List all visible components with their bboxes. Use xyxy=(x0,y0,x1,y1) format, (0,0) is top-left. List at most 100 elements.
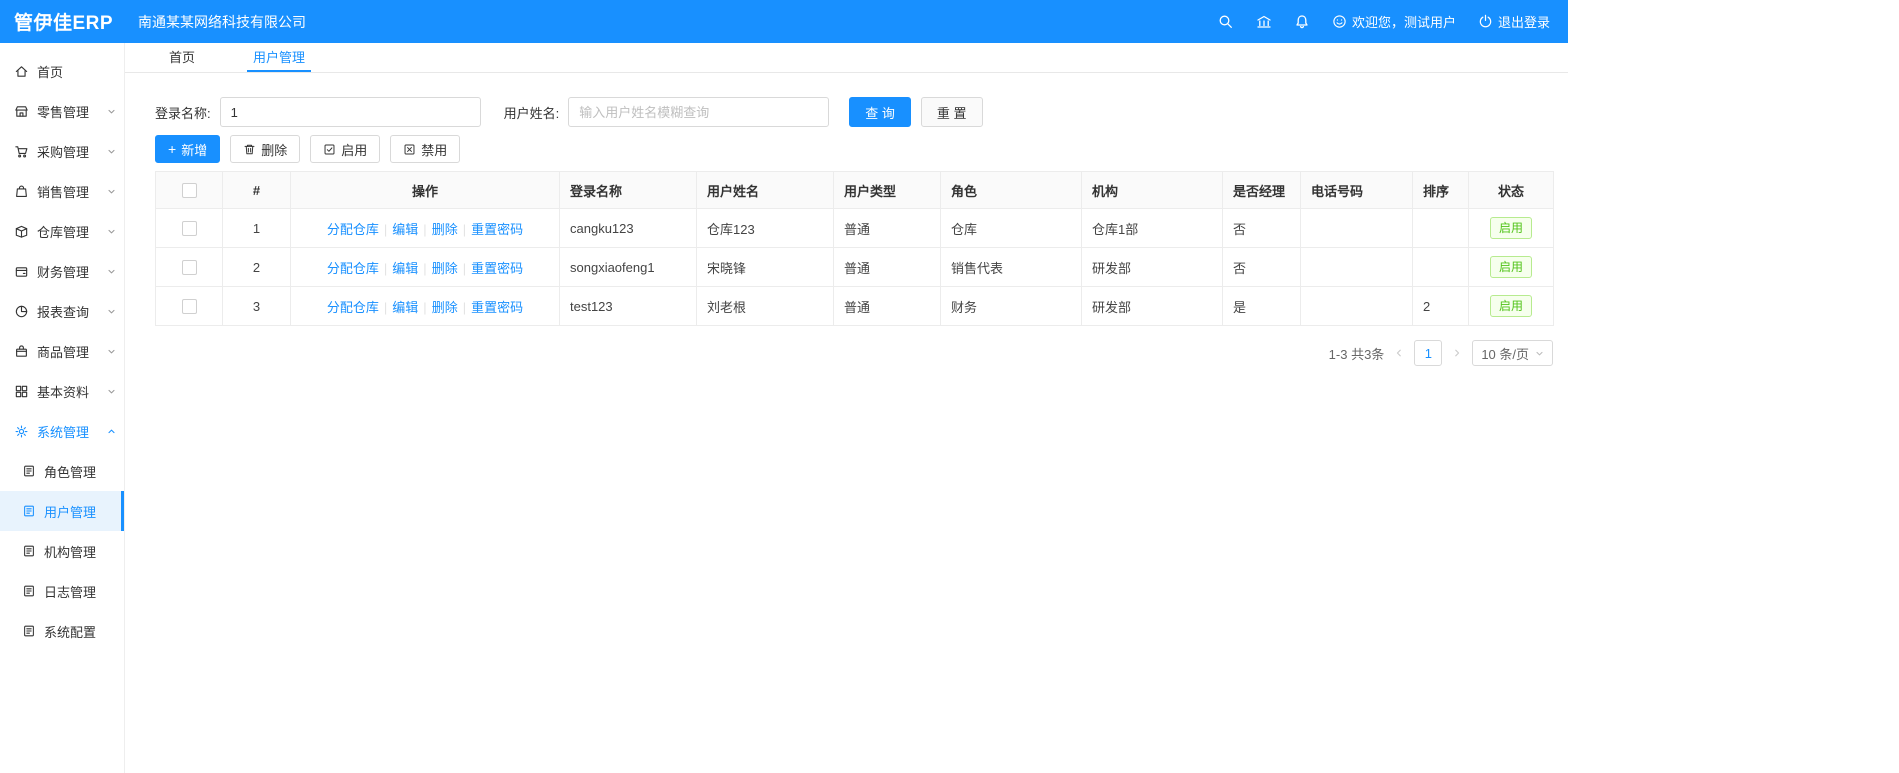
smiley-icon xyxy=(1332,14,1347,29)
delete-link[interactable]: 删除 xyxy=(432,222,458,237)
row-checkbox[interactable] xyxy=(181,299,197,315)
sidebar-subitem-label: 用户管理 xyxy=(44,504,97,520)
sidebar-subitem-log[interactable]: 日志管理 xyxy=(0,571,124,611)
disable-button[interactable]: 禁用 xyxy=(390,135,461,163)
sidebar-subitem-role[interactable]: 角色管理 xyxy=(0,451,124,491)
chevron-down-icon xyxy=(107,347,116,356)
assign-warehouse-link[interactable]: 分配仓库 xyxy=(327,300,379,315)
sidebar-subitem-label: 日志管理 xyxy=(44,584,97,600)
col-header-sort: 排序 xyxy=(1412,171,1469,209)
document-icon xyxy=(22,624,36,638)
bell-icon[interactable] xyxy=(1294,14,1310,30)
sidebar-item-basic-data[interactable]: 基本资料 xyxy=(0,371,124,411)
col-header-actions: 操作 xyxy=(290,171,560,209)
delete-link[interactable]: 删除 xyxy=(432,300,458,315)
edit-link[interactable]: 编辑 xyxy=(392,300,418,315)
col-header-name: 用户姓名 xyxy=(696,171,834,209)
user-name-input[interactable] xyxy=(568,97,830,127)
cell-role: 仓库 xyxy=(940,208,1082,248)
sidebar-item-label: 财务管理 xyxy=(37,264,90,280)
select-all-checkbox[interactable] xyxy=(181,183,197,199)
chevron-down-icon xyxy=(107,267,116,276)
edit-link[interactable]: 编辑 xyxy=(392,222,418,237)
row-checkbox[interactable] xyxy=(181,221,197,237)
bag-icon xyxy=(14,184,29,199)
cell-sort xyxy=(1412,247,1469,287)
cell-login: songxiaofeng1 xyxy=(559,247,697,287)
chevron-down-icon xyxy=(107,187,116,196)
welcome-user[interactable]: 欢迎您，测试用户 xyxy=(1332,12,1456,31)
status-badge: 启用 xyxy=(1489,256,1532,278)
trash-icon xyxy=(243,143,256,156)
row-checkbox[interactable] xyxy=(181,260,197,276)
cell-login: test123 xyxy=(559,286,697,326)
divider: | xyxy=(383,299,388,315)
col-header-type: 用户类型 xyxy=(833,171,941,209)
tab-user-management[interactable]: 用户管理 xyxy=(247,43,312,72)
cell-manager: 是 xyxy=(1222,286,1301,326)
grid-icon xyxy=(14,384,29,399)
assign-warehouse-link[interactable]: 分配仓库 xyxy=(327,261,379,276)
col-header-manager: 是否经理 xyxy=(1222,171,1301,209)
sidebar-subitem-organization[interactable]: 机构管理 xyxy=(0,531,124,571)
page-number-button[interactable]: 1 xyxy=(1414,340,1443,366)
search-form: 登录名称: 用户姓名: 查 询 重 置 xyxy=(155,97,1553,127)
prev-page-button[interactable] xyxy=(1394,348,1404,358)
sidebar-item-warehouse[interactable]: 仓库管理 xyxy=(0,211,124,251)
cell-sort xyxy=(1412,208,1469,248)
delete-button[interactable]: 删除 xyxy=(230,135,301,163)
sidebar-item-product[interactable]: 商品管理 xyxy=(0,331,124,371)
sidebar-item-report[interactable]: 报表查询 xyxy=(0,291,124,331)
reset-password-link[interactable]: 重置密码 xyxy=(471,300,523,315)
row-index: 3 xyxy=(222,286,291,326)
chevron-down-icon xyxy=(107,147,116,156)
store-icon xyxy=(14,104,29,119)
row-actions: 分配仓库 | 编辑 | 删除 | 重置密码 xyxy=(290,247,560,287)
bank-icon[interactable] xyxy=(1256,14,1272,30)
cell-phone xyxy=(1300,247,1413,287)
delete-link[interactable]: 删除 xyxy=(432,261,458,276)
add-button-label: 新增 xyxy=(181,142,208,158)
reset-password-link[interactable]: 重置密码 xyxy=(471,222,523,237)
sidebar-item-finance[interactable]: 财务管理 xyxy=(0,251,124,291)
next-page-button[interactable] xyxy=(1452,348,1462,358)
page-size-select[interactable]: 10 条/页 xyxy=(1472,340,1553,366)
sidebar-subitem-user[interactable]: 用户管理 xyxy=(0,491,124,531)
sidebar-item-label: 销售管理 xyxy=(37,184,90,200)
sidebar-item-retail[interactable]: 零售管理 xyxy=(0,91,124,131)
add-button[interactable]: + 新增 xyxy=(155,135,221,163)
cell-role: 销售代表 xyxy=(940,247,1082,287)
package-icon xyxy=(14,344,29,359)
sidebar-item-purchase[interactable]: 采购管理 xyxy=(0,131,124,171)
logout-button[interactable]: 退出登录 xyxy=(1478,12,1550,31)
cell-phone xyxy=(1300,208,1413,248)
table-row: 2 分配仓库 | 编辑 | 删除 | 重置密码 songxiaofeng1 宋晓锋 普通 销… xyxy=(155,247,1554,287)
row-index: 1 xyxy=(222,208,291,248)
assign-warehouse-link[interactable]: 分配仓库 xyxy=(327,222,379,237)
sidebar-item-sales[interactable]: 销售管理 xyxy=(0,171,124,211)
chevron-down-icon xyxy=(107,307,116,316)
reset-button[interactable]: 重 置 xyxy=(920,97,983,127)
sidebar-item-system[interactable]: 系统管理 xyxy=(0,411,124,451)
wallet-icon xyxy=(14,264,29,279)
document-icon xyxy=(22,544,36,558)
col-header-org: 机构 xyxy=(1081,171,1223,209)
sidebar-subitem-config[interactable]: 系统配置 xyxy=(0,611,124,651)
col-header-phone: 电话号码 xyxy=(1300,171,1413,209)
sidebar: 首页 零售管理 采购管理 销售管理 仓库管理 财务管理 报表查询 商品管理 基本… xyxy=(0,43,125,773)
login-name-input[interactable] xyxy=(219,97,481,127)
sidebar-item-label: 首页 xyxy=(37,64,64,80)
sidebar-subitem-label: 系统配置 xyxy=(44,624,97,640)
cell-name: 刘老根 xyxy=(696,286,834,326)
query-button[interactable]: 查 询 xyxy=(849,97,911,127)
top-header: 管伊佳ERP 南通某某网络科技有限公司 欢迎您，测试用户 退出登录 xyxy=(0,0,1568,43)
enable-button[interactable]: 启用 xyxy=(310,135,381,163)
search-icon[interactable] xyxy=(1218,14,1234,30)
reset-password-link[interactable]: 重置密码 xyxy=(471,261,523,276)
toolbar: + 新增 删除 启用 禁用 xyxy=(155,135,1553,163)
tab-home[interactable]: 首页 xyxy=(163,43,201,72)
x-square-icon xyxy=(403,143,416,156)
edit-link[interactable]: 编辑 xyxy=(392,261,418,276)
tab-bar: 首页 用户管理 xyxy=(125,43,1568,73)
sidebar-item-home[interactable]: 首页 xyxy=(0,51,124,91)
